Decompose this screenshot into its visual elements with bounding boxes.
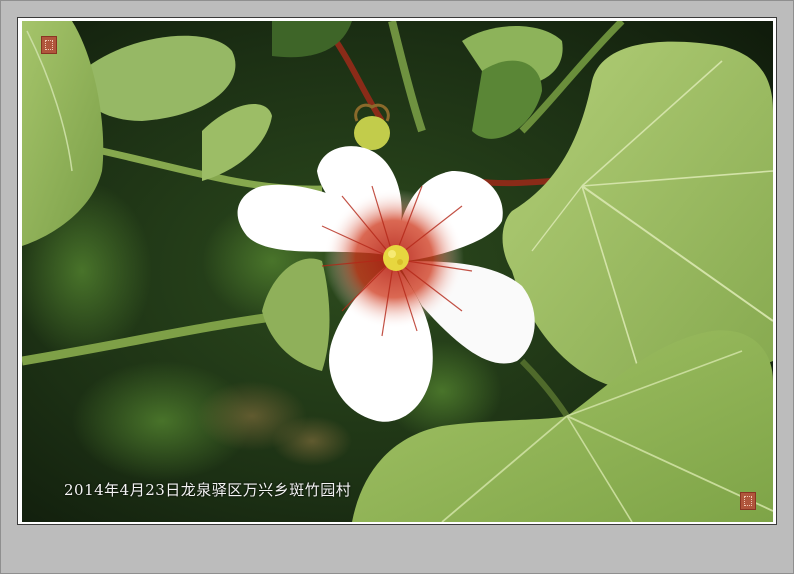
seal-bottom-right (740, 492, 756, 510)
photo-caption: 2014年4月23日龙泉驿区万兴乡斑竹园村 (64, 481, 352, 499)
photo-scene (22, 21, 773, 522)
seal-top-left (41, 36, 57, 54)
photo: 2014年4月23日龙泉驿区万兴乡斑竹园村 (22, 21, 773, 522)
